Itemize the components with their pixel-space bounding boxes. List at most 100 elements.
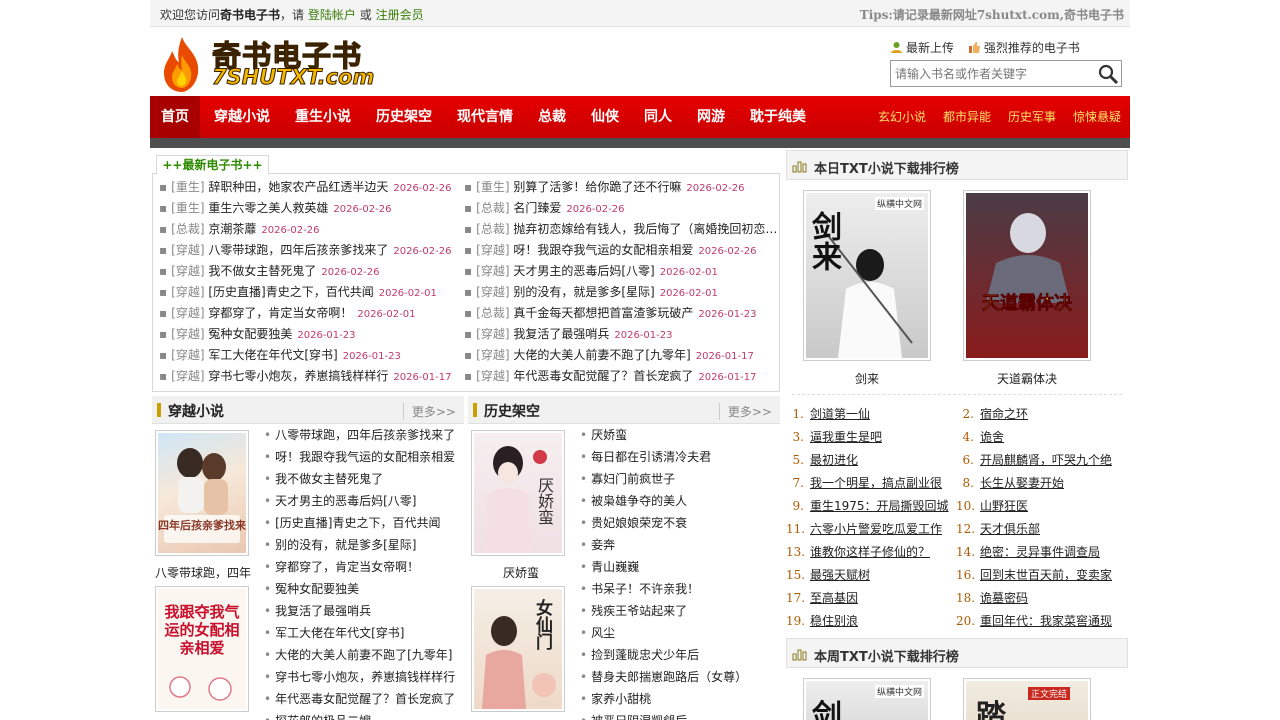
book-cover[interactable]: 厌娇蛮 <box>471 430 565 556</box>
section-book-item[interactable]: 被恶兄阴湿觊觎后 <box>580 710 780 720</box>
nav-item-danmei[interactable]: 耽于纯美 <box>750 96 806 138</box>
section-book-item[interactable]: 穿都穿了，肯定当女帝啊！ <box>264 556 464 578</box>
latest-book-item[interactable]: ▪ [总裁] 京潮茶蘼 2026-02-26 <box>159 219 459 240</box>
latest-book-item[interactable]: ▪ [总裁] 真千金每天都想把首富渣爹玩破产 2026-01-23 <box>464 303 776 324</box>
nav-extra-xuanhuan[interactable]: 玄幻小说 <box>878 96 926 138</box>
section-book-item[interactable]: 书呆子！不许亲我！ <box>580 578 780 600</box>
latest-book-item[interactable]: ▪ [穿越] [历史直播]青史之下，百代共闻 2026-02-01 <box>159 282 459 303</box>
latest-book-item[interactable]: ▪ [穿越] 冤种女配要独美 2026-01-23 <box>159 324 459 345</box>
section-book-item[interactable]: 残疾王爷站起来了 <box>580 600 780 622</box>
section-book-item[interactable]: 替身夫郎揣崽跑路后（女尊） <box>580 666 780 688</box>
book-title[interactable]: 别的没有，就是爹多[星际] <box>513 285 654 299</box>
ranking-item[interactable]: 3. 逼我重生是吧 <box>786 426 954 449</box>
latest-book-item[interactable]: ▪ [穿越] 我复活了最强哨兵 2026-01-23 <box>464 324 776 345</box>
ranking-item[interactable]: 19. 稳住别浪 <box>786 610 954 633</box>
ranking-item[interactable]: 14. 绝密：灵异事件调查局 <box>956 541 1124 564</box>
section-book-item[interactable]: 天才男主的恶毒后妈[八零] <box>264 490 464 512</box>
more-link[interactable]: 更多>> <box>718 403 772 420</box>
site-logo[interactable]: 奇书电子书 7SHUTXT.com <box>160 33 390 93</box>
latest-book-item[interactable]: ▪ [穿越] 八零带球跑，四年后孩亲爹找来了 2026-02-26 <box>159 240 459 261</box>
section-book-item[interactable]: 军工大佬在年代文[穿书] <box>264 622 464 644</box>
section-book-item[interactable]: 每日都在引诱清冷夫君 <box>580 446 780 468</box>
ranking-item[interactable]: 10. 山野狂医 <box>956 495 1124 518</box>
latest-book-item[interactable]: ▪ [穿越] 年代恶毒女配觉醒了？首长宠疯了 2026-01-17 <box>464 366 776 387</box>
section-book-item[interactable]: 风尘 <box>580 622 780 644</box>
login-link[interactable]: 登陆帐户 <box>308 8 356 22</box>
ranking-item[interactable]: 15. 最强天赋树 <box>786 564 954 587</box>
cover-caption[interactable]: 剑来 <box>803 370 931 387</box>
rank-title[interactable]: 谁教你这样子修仙的？ <box>810 545 930 559</box>
latest-book-item[interactable]: ▪ [穿越] 天才男主的恶毒后妈[八零] 2026-02-01 <box>464 261 776 282</box>
nav-item-xiandai[interactable]: 现代言情 <box>457 96 513 138</box>
ranking-item[interactable]: 4. 诡舍 <box>956 426 1124 449</box>
book-cover[interactable]: 天道霸体决 <box>963 190 1091 361</box>
book-title[interactable]: 京潮茶蘼 <box>208 222 256 236</box>
section-book-item[interactable]: 冤种女配要独美 <box>264 578 464 600</box>
ranking-item[interactable]: 17. 至高基因 <box>786 587 954 610</box>
ranking-item[interactable]: 6. 开局麒麟肾，吓哭九个绝 <box>956 449 1124 472</box>
rank-title[interactable]: 至高基因 <box>810 591 858 605</box>
rank-title[interactable]: 重生1975：开局撕毁回城 <box>810 499 949 513</box>
nav-item-lishi[interactable]: 历史架空 <box>376 96 432 138</box>
book-cover[interactable]: 剑 纵横中文网 <box>803 678 931 720</box>
latest-book-item[interactable]: ▪ [穿越] 穿书七零小炮灰，养崽搞钱样样行 2026-01-17 <box>159 366 459 387</box>
book-title[interactable]: 我不做女主替死鬼了 <box>208 264 316 278</box>
nav-item-home[interactable]: 首页 <box>150 96 200 138</box>
nav-item-tongren[interactable]: 同人 <box>644 96 672 138</box>
latest-book-item[interactable]: ▪ [穿越] 穿都穿了，肯定当女帝啊！ 2026-02-01 <box>159 303 459 324</box>
latest-book-item[interactable]: ▪ [穿越] 呀！我跟夺我气运的女配相亲相爱 2026-02-26 <box>464 240 776 261</box>
rank-title[interactable]: 绝密：灵异事件调查局 <box>980 545 1100 559</box>
book-title[interactable]: 穿都穿了，肯定当女帝啊！ <box>208 306 352 320</box>
nav-extra-dushi[interactable]: 都市异能 <box>943 96 991 138</box>
book-cover[interactable]: 我跟夺我气运的女配相亲相爱 <box>155 586 249 712</box>
cover-caption[interactable]: 八零带球跑，四年 <box>155 564 255 581</box>
nav-extra-junshi[interactable]: 历史军事 <box>1008 96 1056 138</box>
ranking-item[interactable]: 12. 天才俱乐部 <box>956 518 1124 541</box>
book-title[interactable]: 辞职种田，她家农产品红透半边天 <box>208 180 388 194</box>
section-book-item[interactable]: 妾奔 <box>580 534 780 556</box>
latest-upload-link[interactable]: 最新上传 <box>890 41 958 55</box>
book-cover[interactable]: 踏 正文完结 <box>963 678 1091 720</box>
rank-title[interactable]: 逼我重生是吧 <box>810 430 882 444</box>
book-title[interactable]: 冤种女配要独美 <box>208 327 292 341</box>
recommended-link[interactable]: 强烈推荐的电子书 <box>968 41 1080 55</box>
book-title[interactable]: 年代恶毒女配觉醒了？首长宠疯了 <box>513 369 693 383</box>
ranking-item[interactable]: 5. 最初进化 <box>786 449 954 472</box>
ranking-item[interactable]: 8. 长生从娶妻开始 <box>956 472 1124 495</box>
rank-title[interactable]: 重回年代：我家菜窖通现 <box>980 614 1112 628</box>
section-book-item[interactable]: 八零带球跑，四年后孩亲爹找来了 <box>264 424 464 446</box>
section-book-item[interactable]: 穿书七零小炮灰，养崽搞钱样样行 <box>264 666 464 688</box>
rank-title[interactable]: 六零小片警爱吃瓜爱工作 <box>810 522 942 536</box>
ranking-item[interactable]: 1. 剑道第一仙 <box>786 403 954 426</box>
section-book-item[interactable]: 探花郎的极品二嫂 <box>264 710 464 720</box>
more-link[interactable]: 更多>> <box>402 403 456 420</box>
book-title[interactable]: 大佬的大美人前妻不跑了[九零年] <box>513 348 690 362</box>
ranking-item[interactable]: 20. 重回年代：我家菜窖通现 <box>956 610 1124 633</box>
book-title[interactable]: 别算了活爹！给你跪了还不行嘛 <box>513 180 681 194</box>
book-cover[interactable]: 四年后孩亲爹找来 <box>155 430 249 556</box>
book-title[interactable]: 重生六零之美人救英雄 <box>208 201 328 215</box>
section-book-item[interactable]: 贵妃娘娘荣宠不衰 <box>580 512 780 534</box>
section-book-item[interactable]: 厌娇蛮 <box>580 424 780 446</box>
nav-item-xianxia[interactable]: 仙侠 <box>591 96 619 138</box>
ranking-item[interactable]: 7. 我一个明星，搞点副业很 <box>786 472 954 495</box>
latest-book-item[interactable]: ▪ [重生] 重生六零之美人救英雄 2026-02-26 <box>159 198 459 219</box>
rank-title[interactable]: 剑道第一仙 <box>810 407 870 421</box>
rank-title[interactable]: 长生从娶妻开始 <box>980 476 1064 490</box>
section-book-item[interactable]: 家养小甜桃 <box>580 688 780 710</box>
latest-book-item[interactable]: ▪ [总裁] 名门臻爱 2026-02-26 <box>464 198 776 219</box>
ranking-item[interactable]: 16. 回到末世百天前，变卖家 <box>956 564 1124 587</box>
latest-book-item[interactable]: ▪ [重生] 辞职种田，她家农产品红透半边天 2026-02-26 <box>159 177 459 198</box>
latest-books-tab[interactable]: ++最新电子书++ <box>156 155 269 175</box>
book-title[interactable]: 八零带球跑，四年后孩亲爹找来了 <box>208 243 388 257</box>
nav-item-zongcai[interactable]: 总裁 <box>538 96 566 138</box>
section-book-item[interactable]: 大佬的大美人前妻不跑了[九零年] <box>264 644 464 666</box>
rank-title[interactable]: 山野狂医 <box>980 499 1028 513</box>
rank-title[interactable]: 宿命之环 <box>980 407 1028 421</box>
book-cover[interactable]: 女仙门 <box>471 586 565 712</box>
cover-caption[interactable]: 天道霸体决 <box>963 370 1091 387</box>
rank-title[interactable]: 最强天赋树 <box>810 568 870 582</box>
rank-title[interactable]: 诡舍 <box>980 430 1004 444</box>
book-title[interactable]: 真千金每天都想把首富渣爹玩破产 <box>513 306 693 320</box>
section-book-item[interactable]: [历史直播]青史之下，百代共闻 <box>264 512 464 534</box>
